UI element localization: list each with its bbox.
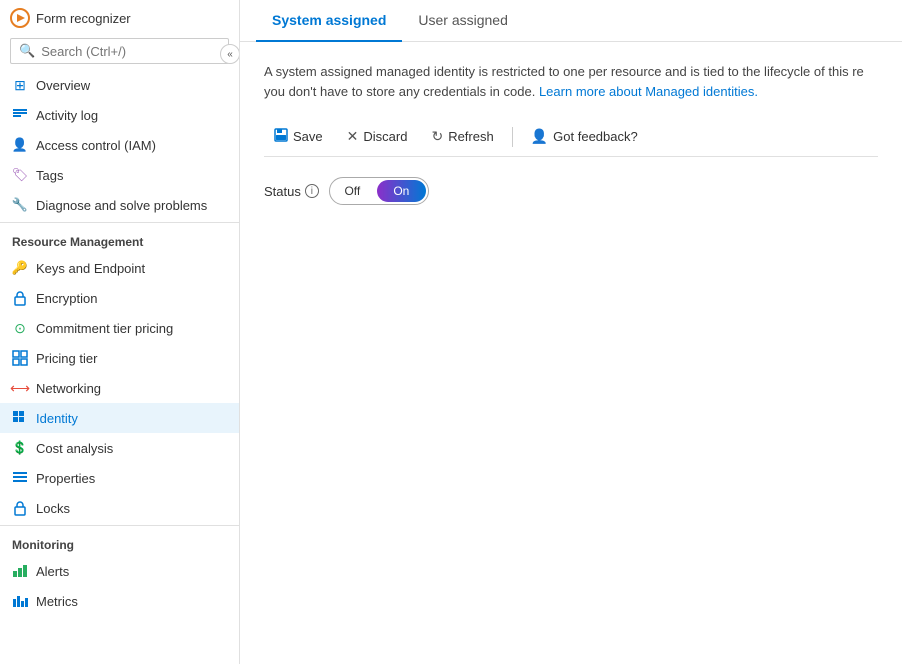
nav-diagnose-label: Diagnose and solve problems — [36, 198, 207, 213]
feedback-icon: 👤 — [531, 128, 548, 145]
search-icon: 🔍 — [19, 43, 35, 59]
monitoring-section-title: Monitoring — [0, 528, 239, 556]
diagnose-icon: 🔧 — [12, 197, 28, 213]
main-content: System assigned User assigned A system a… — [240, 0, 902, 664]
tab-bar: System assigned User assigned — [240, 0, 902, 42]
nav-metrics[interactable]: Metrics — [0, 586, 239, 616]
resource-section-divider — [0, 222, 239, 223]
nav-commitment-tier[interactable]: ⊙ Commitment tier pricing — [0, 313, 239, 343]
content-area: A system assigned managed identity is re… — [240, 42, 902, 664]
nav-properties-label: Properties — [36, 471, 95, 486]
tab-user-assigned[interactable]: User assigned — [402, 0, 524, 42]
status-toggle[interactable]: Off On — [329, 177, 429, 205]
brand-header: Form recognizer — [0, 0, 239, 32]
save-button[interactable]: Save — [264, 123, 333, 150]
nav-access-control[interactable]: 👤 Access control (IAM) — [0, 130, 239, 160]
cost-analysis-icon: 💲 — [12, 440, 28, 456]
description-text: A system assigned managed identity is re… — [264, 62, 878, 101]
nav-pricing-tier-label: Pricing tier — [36, 351, 97, 366]
refresh-icon: ↻ — [431, 128, 443, 145]
feedback-button[interactable]: 👤 Got feedback? — [521, 123, 648, 150]
nav-alerts-label: Alerts — [36, 564, 69, 579]
toolbar: Save ✕ Discard ↻ Refresh 👤 Got feedback? — [264, 117, 878, 157]
nav-identity-label: Identity — [36, 411, 78, 426]
nav-access-control-label: Access control (IAM) — [36, 138, 156, 153]
nav-tags-label: Tags — [36, 168, 63, 183]
sidebar: Form recognizer 🔍 « ⊞ Overview Activity … — [0, 0, 240, 664]
nav-locks-label: Locks — [36, 501, 70, 516]
nav-properties[interactable]: Properties — [0, 463, 239, 493]
status-info-icon[interactable]: i — [305, 184, 319, 198]
brand-name: Form recognizer — [36, 11, 131, 26]
nav-activity-log-label: Activity log — [36, 108, 98, 123]
nav-diagnose[interactable]: 🔧 Diagnose and solve problems — [0, 190, 239, 220]
discard-icon: ✕ — [347, 128, 359, 145]
status-row: Status i Off On — [264, 177, 878, 205]
locks-icon — [12, 500, 28, 516]
nav-encryption[interactable]: Encryption — [0, 283, 239, 313]
nav-encryption-label: Encryption — [36, 291, 97, 306]
nav-cost-analysis-label: Cost analysis — [36, 441, 113, 456]
nav-keys-endpoint[interactable]: 🔑 Keys and Endpoint — [0, 253, 239, 283]
resource-section-title: Resource Management — [0, 225, 239, 253]
brand-icon — [10, 8, 30, 28]
search-box[interactable]: 🔍 — [10, 38, 229, 64]
activity-log-icon — [12, 107, 28, 123]
nav-overview-label: Overview — [36, 78, 90, 93]
encryption-icon — [12, 290, 28, 306]
nav-metrics-label: Metrics — [36, 594, 78, 609]
metrics-icon — [12, 593, 28, 609]
identity-icon — [12, 410, 28, 426]
nav-activity-log[interactable]: Activity log — [0, 100, 239, 130]
nav-overview[interactable]: ⊞ Overview — [0, 70, 239, 100]
tab-system-assigned[interactable]: System assigned — [256, 0, 402, 42]
nav-alerts[interactable]: Alerts — [0, 556, 239, 586]
nav-commitment-tier-label: Commitment tier pricing — [36, 321, 173, 336]
search-input[interactable] — [41, 44, 220, 59]
status-label: Status i — [264, 184, 319, 199]
nav-pricing-tier[interactable]: Pricing tier — [0, 343, 239, 373]
refresh-button[interactable]: ↻ Refresh — [421, 123, 503, 150]
access-control-icon: 👤 — [12, 137, 28, 153]
keys-icon: 🔑 — [12, 260, 28, 276]
alerts-icon — [12, 563, 28, 579]
nav-tags[interactable]: 🏷 Tags — [0, 160, 239, 190]
pricing-tier-icon — [12, 350, 28, 366]
discard-button[interactable]: ✕ Discard — [337, 123, 418, 150]
collapse-button[interactable]: « — [220, 44, 240, 64]
tags-icon: 🏷 — [12, 167, 28, 183]
monitoring-section-divider — [0, 525, 239, 526]
nav-networking[interactable]: ⟷ Networking — [0, 373, 239, 403]
overview-icon: ⊞ — [12, 77, 28, 93]
networking-icon: ⟷ — [12, 380, 28, 396]
toolbar-divider — [512, 127, 513, 147]
save-icon — [274, 128, 288, 145]
nav-locks[interactable]: Locks — [0, 493, 239, 523]
learn-more-link[interactable]: Learn more about Managed identities. — [539, 84, 758, 99]
commitment-tier-icon: ⊙ — [12, 320, 28, 336]
properties-icon — [12, 470, 28, 486]
nav-cost-analysis[interactable]: 💲 Cost analysis — [0, 433, 239, 463]
nav-networking-label: Networking — [36, 381, 101, 396]
nav-identity[interactable]: Identity — [0, 403, 239, 433]
toggle-off-label[interactable]: Off — [330, 180, 375, 202]
toggle-on-label[interactable]: On — [377, 180, 426, 202]
nav-keys-endpoint-label: Keys and Endpoint — [36, 261, 145, 276]
